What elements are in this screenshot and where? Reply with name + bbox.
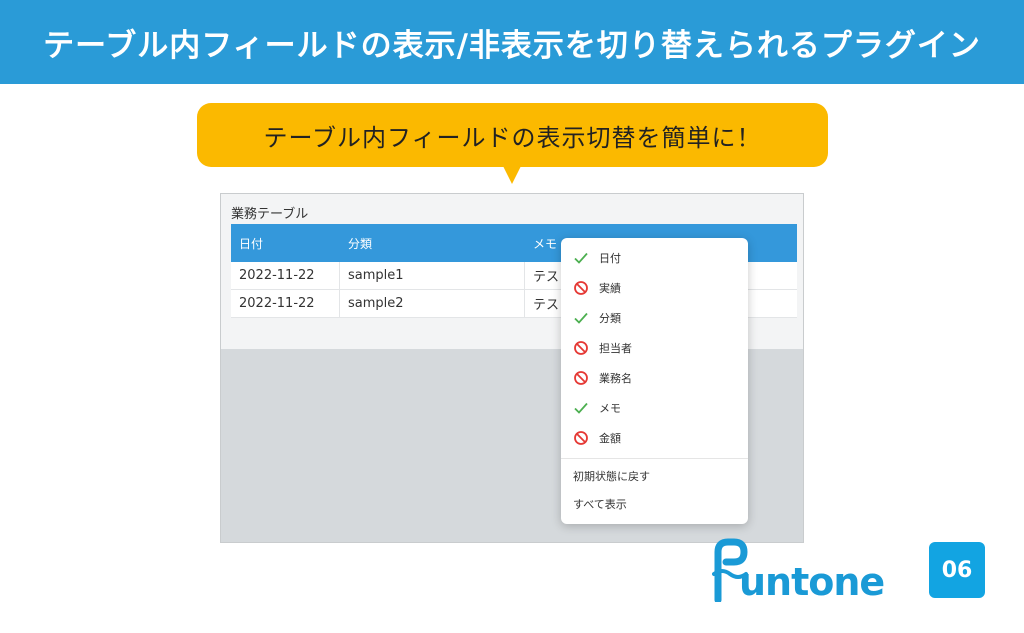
callout-text: テーブル内フィールドの表示切替を簡単に！ — [263, 123, 762, 152]
prohibited-icon — [574, 341, 588, 355]
menu-item-label: 日付 — [599, 252, 621, 265]
page-title: テーブル内フィールドの表示/非表示を切り替えられるプラグイン — [43, 27, 981, 64]
menu-item-date[interactable]: 日付 — [561, 243, 748, 273]
number-badge: 06 — [929, 542, 985, 598]
menu-item-task-name[interactable]: 業務名 — [561, 363, 748, 393]
header-banner: テーブル内フィールドの表示/非表示を切り替えられるプラグイン — [0, 0, 1024, 84]
menu-item-label: 分類 — [599, 312, 621, 325]
cell-date: 2022-11-22 — [231, 262, 340, 289]
prohibited-icon — [574, 371, 588, 385]
prohibited-icon — [574, 281, 588, 295]
menu-item-category[interactable]: 分類 — [561, 303, 748, 333]
show-all-label: すべて表示 — [573, 498, 627, 511]
column-header-date[interactable]: 日付 — [231, 224, 340, 262]
check-icon — [574, 312, 588, 324]
logo-text: untone — [739, 560, 885, 604]
menu-item-memo[interactable]: メモ — [561, 393, 748, 423]
menu-item-label: 実績 — [599, 282, 621, 295]
menu-item-assignee[interactable]: 担当者 — [561, 333, 748, 363]
check-icon — [574, 252, 588, 264]
prohibited-icon — [574, 431, 588, 445]
menu-item-label: メモ — [599, 402, 621, 415]
cell-category: sample1 — [340, 262, 525, 289]
cell-category: sample2 — [340, 290, 525, 317]
menu-item-amount[interactable]: 金額 — [561, 423, 748, 453]
reset-button[interactable]: 初期状態に戻す — [561, 461, 748, 491]
menu-item-label: 担当者 — [599, 342, 632, 355]
callout-tail — [503, 166, 521, 184]
menu-divider — [561, 458, 748, 459]
callout-bubble: テーブル内フィールドの表示切替を簡単に！ — [197, 103, 828, 167]
column-header-category[interactable]: 分類 — [340, 224, 525, 262]
reset-label: 初期状態に戻す — [573, 470, 650, 483]
show-all-button[interactable]: すべて表示 — [561, 489, 748, 519]
menu-item-label: 業務名 — [599, 372, 632, 385]
table-caption: 業務テーブル — [231, 207, 309, 222]
badge-number: 06 — [941, 557, 973, 583]
field-visibility-menu: 日付 実績 分類 担当者 業務名 メモ 金額 初期状態に戻す すべて表示 — [561, 238, 748, 524]
menu-item-label: 金額 — [599, 432, 621, 445]
menu-item-results[interactable]: 実績 — [561, 273, 748, 303]
cell-date: 2022-11-22 — [231, 290, 340, 317]
puntone-logo: untone — [712, 538, 922, 604]
check-icon — [574, 402, 588, 414]
